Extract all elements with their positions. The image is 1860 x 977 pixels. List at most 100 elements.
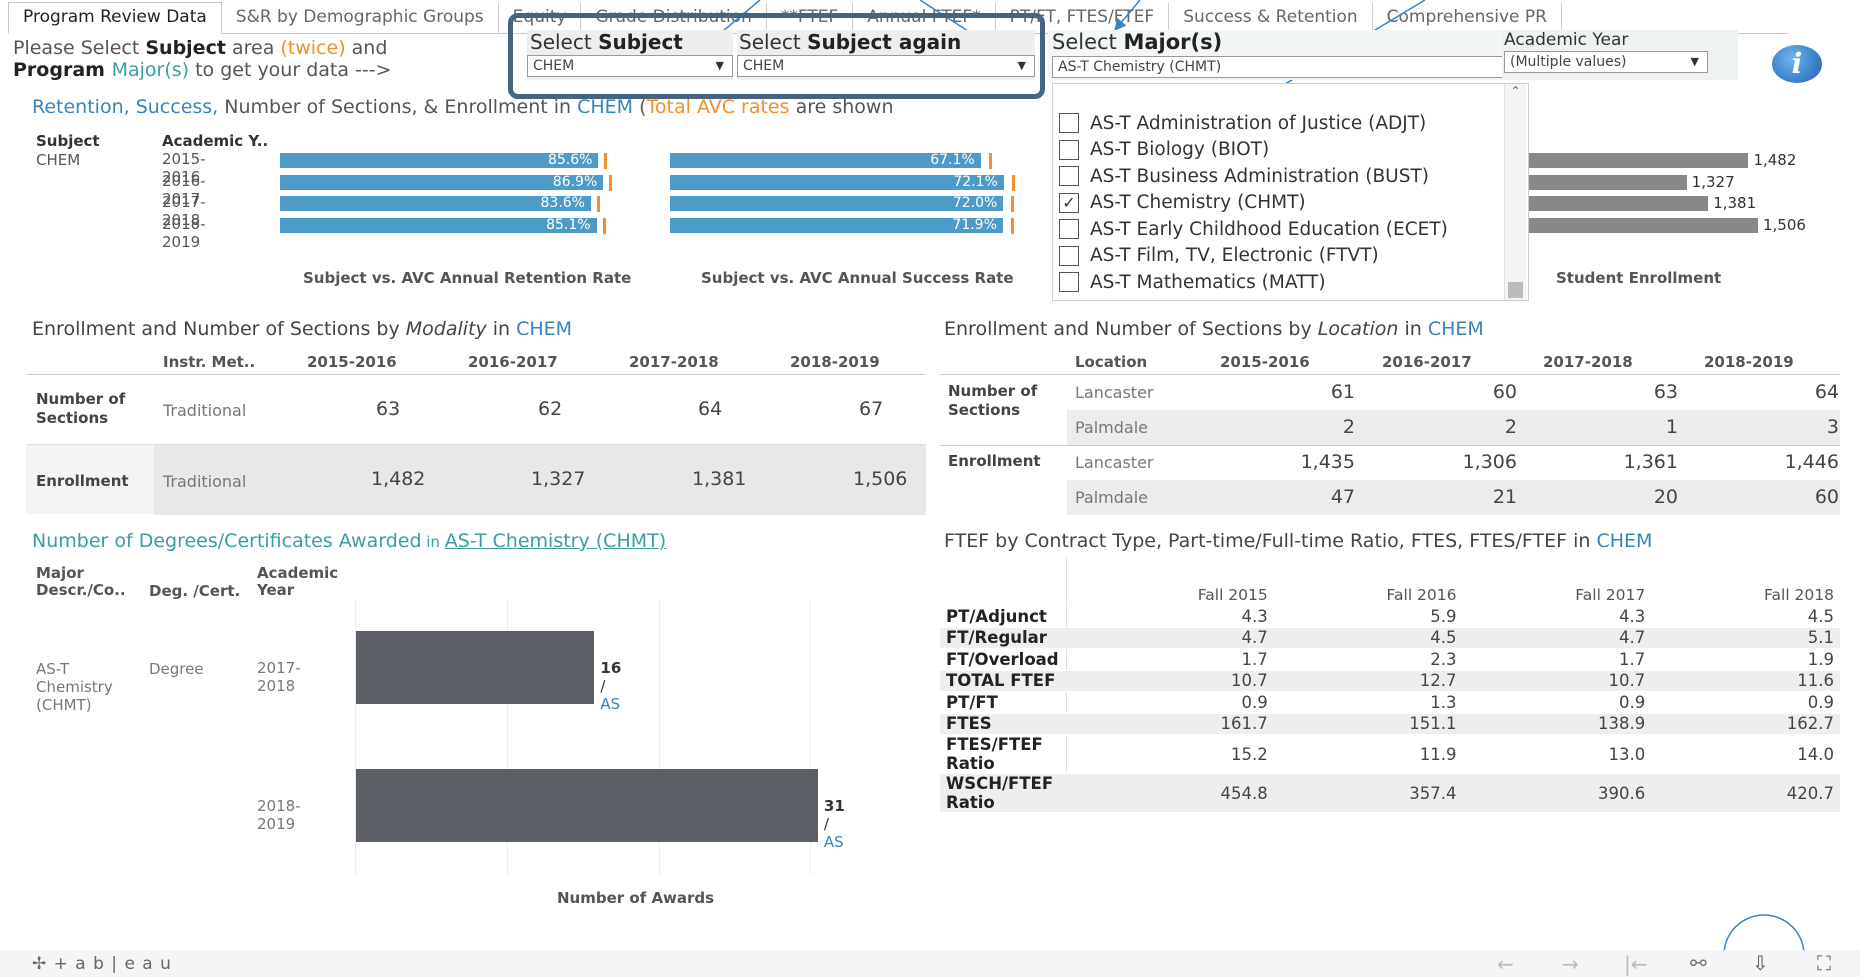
degrees-axis-label: Number of Awards: [557, 889, 715, 907]
retention-title: Retention, Success, Number of Sections, …: [32, 96, 893, 118]
success-axis-label: Subject vs. AVC Annual Success Rate: [701, 269, 1014, 287]
ftef-col-header: Fall 2017: [1462, 584, 1652, 606]
revert-icon[interactable]: |←: [1624, 952, 1648, 976]
major-option[interactable]: AS-T Film, TV, Electronic (FTVT): [1053, 243, 1528, 270]
cell-value: 2: [1504, 416, 1517, 438]
degree-type-label: AS: [823, 833, 844, 851]
subject-select[interactable]: CHEM ▼: [527, 55, 733, 77]
title-avc: Total AVC rates: [646, 96, 790, 118]
title-major-link[interactable]: AS-T Chemistry (CHMT): [445, 530, 666, 552]
filter-label: Subject: [807, 30, 899, 54]
chevron-down-icon[interactable]: ▼: [1691, 52, 1699, 72]
modality-table: Instr. Met.. 2015-2016 2016-2017 2017-20…: [26, 348, 926, 515]
table-row: PT/Adjunct 4.3 5.9 4.3 4.5: [940, 605, 1840, 628]
filter-label: Ac: [1504, 30, 1525, 50]
cell-value: 161.7: [1085, 713, 1274, 735]
retention-axis-label: Subject vs. AVC Annual Retention Rate: [303, 269, 632, 287]
year-select-value: (Multiple values): [1510, 54, 1627, 70]
cell-value: 1,306: [1462, 451, 1517, 473]
table-row: PT/FT 0.9 1.3 0.9 0.9: [940, 691, 1840, 714]
cell-value: 1,435: [1300, 451, 1355, 473]
scroll-up-icon[interactable]: ⌃: [1505, 84, 1526, 98]
major-option[interactable]: AS-T Business Administration (BUST): [1053, 163, 1528, 190]
undo-icon[interactable]: ←: [1497, 952, 1514, 976]
redo-icon[interactable]: →: [1562, 952, 1579, 976]
enrollment-value: 1,482: [1753, 151, 1797, 169]
checkbox[interactable]: [1059, 139, 1079, 160]
cell-value: 1,327: [531, 468, 586, 490]
subject-filter: Select Subject CHEM ▼: [527, 30, 733, 80]
title-part: are shown: [789, 96, 894, 118]
checkbox[interactable]: [1059, 219, 1079, 240]
scrollbar[interactable]: ⌃: [1504, 84, 1526, 300]
col-year: 2017-2018: [1543, 353, 1633, 371]
major-line: (CHMT): [36, 696, 92, 714]
tab-sr-demographic[interactable]: S&R by Demographic Groups: [222, 3, 499, 33]
scroll-thumb[interactable]: [1508, 282, 1523, 298]
major-option[interactable]: AS-T Early Childhood Education (ECET): [1053, 216, 1528, 243]
cell-value: 15.2: [1085, 734, 1274, 774]
title-modality: Modality: [405, 318, 487, 340]
filter-label: Subject: [598, 30, 683, 54]
cell-value: 4.3: [1462, 605, 1652, 628]
cell-value: 4.5: [1651, 605, 1840, 628]
tab-program-review[interactable]: Program Review Data: [8, 2, 222, 34]
major-option[interactable]: AS-T Mathematics (MATT): [1053, 269, 1528, 296]
ftef-table: Fall 2015 Fall 2016 Fall 2017 Fall 2018 PT/…: [940, 584, 1840, 813]
title-location: Location: [1317, 318, 1399, 340]
enrollment-value: 1,506: [1763, 215, 1806, 234]
title-part: Number of Degrees/Certificates Awarded: [32, 530, 422, 552]
major-select[interactable]: AS-T Chemistry (CHMT)▼: [1052, 56, 1524, 78]
share-icon[interactable]: ⚯: [1690, 951, 1707, 975]
title-part: Retention, Success,: [32, 96, 219, 118]
info-icon[interactable]: i: [1772, 45, 1822, 83]
cell-value: 5.1: [1651, 627, 1840, 649]
year-select[interactable]: (Multiple values) ▼: [1504, 51, 1708, 73]
major-option-label: AS-T Administration of Justice (ADJT): [1090, 112, 1427, 134]
title-part: by Contract Type, Part-time/Full-time Ra…: [989, 530, 1597, 552]
download-icon[interactable]: ⇩: [1752, 951, 1769, 975]
checkbox[interactable]: [1059, 166, 1079, 187]
cell-value: 47: [1330, 486, 1355, 508]
cell-value: 1,446: [1784, 451, 1839, 473]
tableau-logo[interactable]: ✢ + a b | e a u: [32, 954, 172, 974]
cell-value: 4.5: [1273, 627, 1463, 649]
chevron-down-icon[interactable]: ▼: [716, 56, 724, 76]
table-row: WSCH/FTEF Ratio 454.8 357.4 390.6 420.7: [940, 773, 1840, 813]
instr-text: Please Select: [13, 37, 146, 59]
tab-comprehensive-pr[interactable]: Comprehensive PR: [1373, 3, 1562, 33]
major-options: AS-T Administration of Justice (ADJT) AS-…: [1053, 84, 1528, 296]
location-value: Palmdale: [1075, 488, 1149, 507]
degrees-title: Number of Degrees/Certificates Awarded i…: [32, 530, 666, 552]
major-dropdown-list[interactable]: AS-T Administration of Justice (ADJT) AS-…: [1052, 83, 1529, 301]
cell-value: 12.7: [1273, 670, 1463, 692]
row-label-enrollment: Enrollment: [948, 452, 1041, 470]
table-row: TOTAL FTEF 10.7 12.7 10.7 11.6: [940, 670, 1840, 692]
degree-count-label: 31 / AS: [824, 797, 845, 851]
degree-bar[interactable]: [356, 769, 818, 842]
cell-value: 5.9: [1273, 605, 1463, 628]
major-filter: Select Major(s) AS-T Chemistry (CHMT)▼: [1048, 30, 1528, 80]
tab-success-retention[interactable]: Success & Retention: [1169, 3, 1373, 33]
degree-bar[interactable]: [356, 631, 595, 704]
checkbox[interactable]: [1059, 245, 1079, 266]
major-option[interactable]: AS-T Administration of Justice (ADJT): [1053, 110, 1528, 137]
checkbox[interactable]: ✓: [1059, 192, 1079, 213]
col-major-line: Major: [36, 564, 84, 582]
title-part: in: [421, 533, 445, 551]
checkbox[interactable]: [1059, 272, 1079, 293]
avc-retention-marker: [604, 153, 608, 169]
filter-label: Select: [1052, 30, 1124, 54]
fullscreen-icon[interactable]: ⛶: [1817, 951, 1831, 975]
subject-select-value: CHEM: [743, 58, 785, 74]
instr-subject: Subject: [145, 37, 226, 59]
instr-program: Program: [13, 59, 112, 81]
major-option[interactable]: ✓ AS-T Chemistry (CHMT): [1053, 190, 1528, 217]
subject-select-again[interactable]: CHEM ▼: [737, 55, 1035, 77]
avc-retention-marker: [609, 174, 613, 191]
major-option[interactable]: AS-T Biology (BIOT): [1053, 137, 1528, 164]
title-part: Number of Sections, & Enrollment in: [218, 96, 578, 118]
checkbox[interactable]: [1059, 113, 1079, 134]
chevron-down-icon[interactable]: ▼: [1018, 56, 1026, 76]
title-part: in: [1398, 318, 1428, 340]
